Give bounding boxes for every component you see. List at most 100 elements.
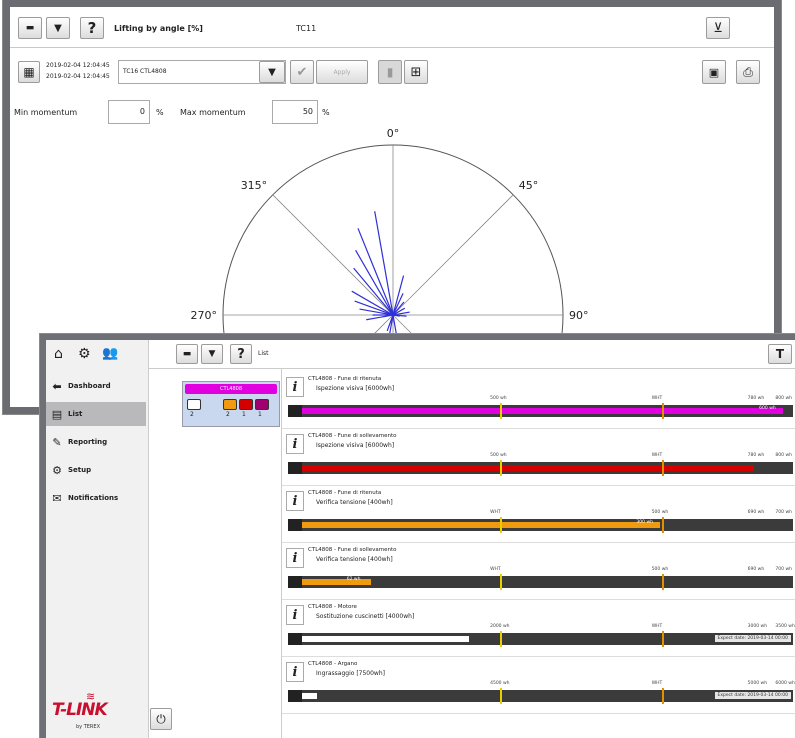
threshold-label: 5000 wh: [747, 681, 768, 686]
machine-group-panel: CTL4808 2 2 1 1: [148, 369, 282, 738]
list-mode-button[interactable]: ▬: [176, 344, 198, 364]
polar-gridline: [392, 194, 514, 316]
divider: [282, 656, 795, 657]
threshold-label: 500 wh: [490, 396, 507, 401]
status-white-icon: [187, 399, 201, 410]
divider: [282, 542, 795, 543]
chevron-down-icon[interactable]: ▼: [201, 344, 223, 364]
bar-cap: [288, 690, 302, 702]
angle-label: 270°: [191, 309, 218, 322]
threshold-marker: [500, 517, 503, 533]
sidebar-item-label: Dashboard: [68, 382, 111, 390]
divider: [282, 485, 795, 486]
threshold-label: 2000 wh: [490, 624, 510, 629]
bar-cap: [288, 462, 302, 474]
threshold-label: 700 wh: [775, 510, 792, 515]
threshold-marker: [500, 688, 503, 704]
threshold-marker: [661, 574, 664, 590]
bar-note: Expect date: 2019-03-14 00:00: [714, 692, 791, 699]
angle-label: 90°: [569, 309, 589, 322]
threshold-label: 3000 wh: [747, 624, 768, 629]
sidebar-item-dashboard[interactable]: ⬅ Dashboard: [46, 374, 146, 398]
threshold-label: 6000 wh: [775, 681, 795, 686]
threshold-label: WHT: [651, 453, 663, 458]
info-icon[interactable]: i: [286, 434, 304, 454]
angle-label: 315°: [241, 179, 268, 192]
bar-cap: [288, 405, 302, 417]
progress-fill: [302, 408, 784, 414]
users-icon[interactable]: 👥: [102, 346, 118, 361]
mail-icon: ✉: [52, 491, 62, 505]
maintenance-entry[interactable]: i CTL4808 - Motore Sostituzione cuscinetti…: [282, 603, 795, 657]
maintenance-entries: i CTL4808 - Fune di ritenuta Ispezione vis…: [282, 369, 795, 738]
machine-group-card[interactable]: CTL4808 2 2 1 1: [182, 381, 280, 427]
sidebar-item-list[interactable]: ▤ List: [46, 402, 146, 426]
bar-note: 600 wh: [759, 406, 776, 411]
divider: [282, 428, 795, 429]
info-icon[interactable]: i: [286, 605, 304, 625]
maintenance-entry[interactable]: i CTL4808 - Fune di ritenuta Ispezione vis…: [282, 375, 795, 429]
threshold-marker: [661, 688, 664, 704]
threshold-label: 690 wh: [747, 567, 765, 572]
progress-bar: Expect date: 2019-03-14 00:00: [288, 631, 793, 647]
entry-title: CTL4808 - Argano: [308, 661, 358, 667]
polar-data-ray: [357, 228, 394, 316]
brand-sub: by TEREX: [76, 724, 100, 730]
entry-title: CTL4808 - Fune di ritenuta: [308, 376, 382, 382]
progress-bar: 300 wh: [288, 517, 793, 533]
threshold-label: 800 wh: [775, 396, 792, 401]
status-orange-icon: [223, 399, 237, 410]
filter-icon[interactable]: T: [768, 344, 792, 364]
maintenance-entry[interactable]: i CTL4808 - Fune di ritenuta Verifica tens…: [282, 489, 795, 543]
brand-logo: T-LINK: [52, 700, 108, 720]
home-icon[interactable]: ⌂: [54, 346, 63, 362]
count-purple: 1: [258, 411, 262, 418]
threshold-marker: [661, 631, 664, 647]
threshold-label: WHT: [490, 510, 501, 515]
divider: [282, 599, 795, 600]
angle-label: 45°: [519, 179, 539, 192]
progress-bar: 600 wh: [288, 403, 793, 419]
progress-bar: Expect date: 2019-03-14 00:00: [288, 688, 793, 704]
threshold-label: 800 wh: [775, 453, 792, 458]
sidebar-item-reporting[interactable]: ✎ Reporting: [46, 430, 146, 454]
entry-subtitle: Verifica tensione [400wh]: [316, 556, 393, 563]
info-icon[interactable]: i: [286, 377, 304, 397]
entry-subtitle: Ispezione visiva [6000wh]: [316, 385, 395, 392]
bar-note: Expect date: 2019-03-14 00:00: [714, 635, 791, 642]
gear-icon[interactable]: ⚙: [78, 346, 91, 362]
progress-fill: [302, 636, 469, 642]
progress-bar: [288, 460, 793, 476]
progress-fill: [302, 693, 317, 699]
info-icon[interactable]: i: [286, 662, 304, 682]
threshold-marker: [661, 403, 664, 419]
help-button[interactable]: ?: [230, 344, 252, 364]
info-icon[interactable]: i: [286, 491, 304, 511]
status-purple-icon: [255, 399, 269, 410]
sidebar-item-setup[interactable]: ⚙ Setup: [46, 458, 146, 482]
sidebar-item-label: Reporting: [68, 438, 108, 446]
sidebar-item-notifications[interactable]: ✉ Notifications: [46, 486, 146, 510]
maintenance-entry[interactable]: i CTL4808 - Fune di sollevamento Verifica …: [282, 546, 795, 600]
sidebar-item-label: List: [68, 410, 83, 418]
threshold-label: 4500 wh: [490, 681, 510, 686]
header-label: List: [258, 350, 269, 357]
maintenance-entry[interactable]: i CTL4808 - Fune di sollevamento Ispezione…: [282, 432, 795, 486]
count-white: 2: [190, 411, 194, 418]
threshold-label: 780 wh: [747, 453, 765, 458]
divider: [282, 713, 795, 714]
threshold-label: 500 wh: [651, 567, 669, 572]
threshold-label: WHT: [490, 567, 501, 572]
progress-fill: [302, 522, 661, 528]
edit-icon: ✎: [52, 435, 62, 449]
list-icon: ▤: [51, 407, 63, 421]
entry-subtitle: Verifica tensione [400wh]: [316, 499, 393, 506]
threshold-label: 690 wh: [747, 510, 765, 515]
entry-subtitle: Ispezione visiva [6000wh]: [316, 442, 395, 449]
entry-title: CTL4808 - Fune di sollevamento: [308, 433, 397, 439]
maintenance-entry[interactable]: i CTL4808 - Argano Ingrassaggio [7500wh] 45…: [282, 660, 795, 714]
info-icon[interactable]: i: [286, 548, 304, 568]
arrow-left-icon: ⬅: [52, 379, 62, 393]
threshold-label: 500 wh: [651, 510, 669, 515]
count-red: 1: [242, 411, 246, 418]
